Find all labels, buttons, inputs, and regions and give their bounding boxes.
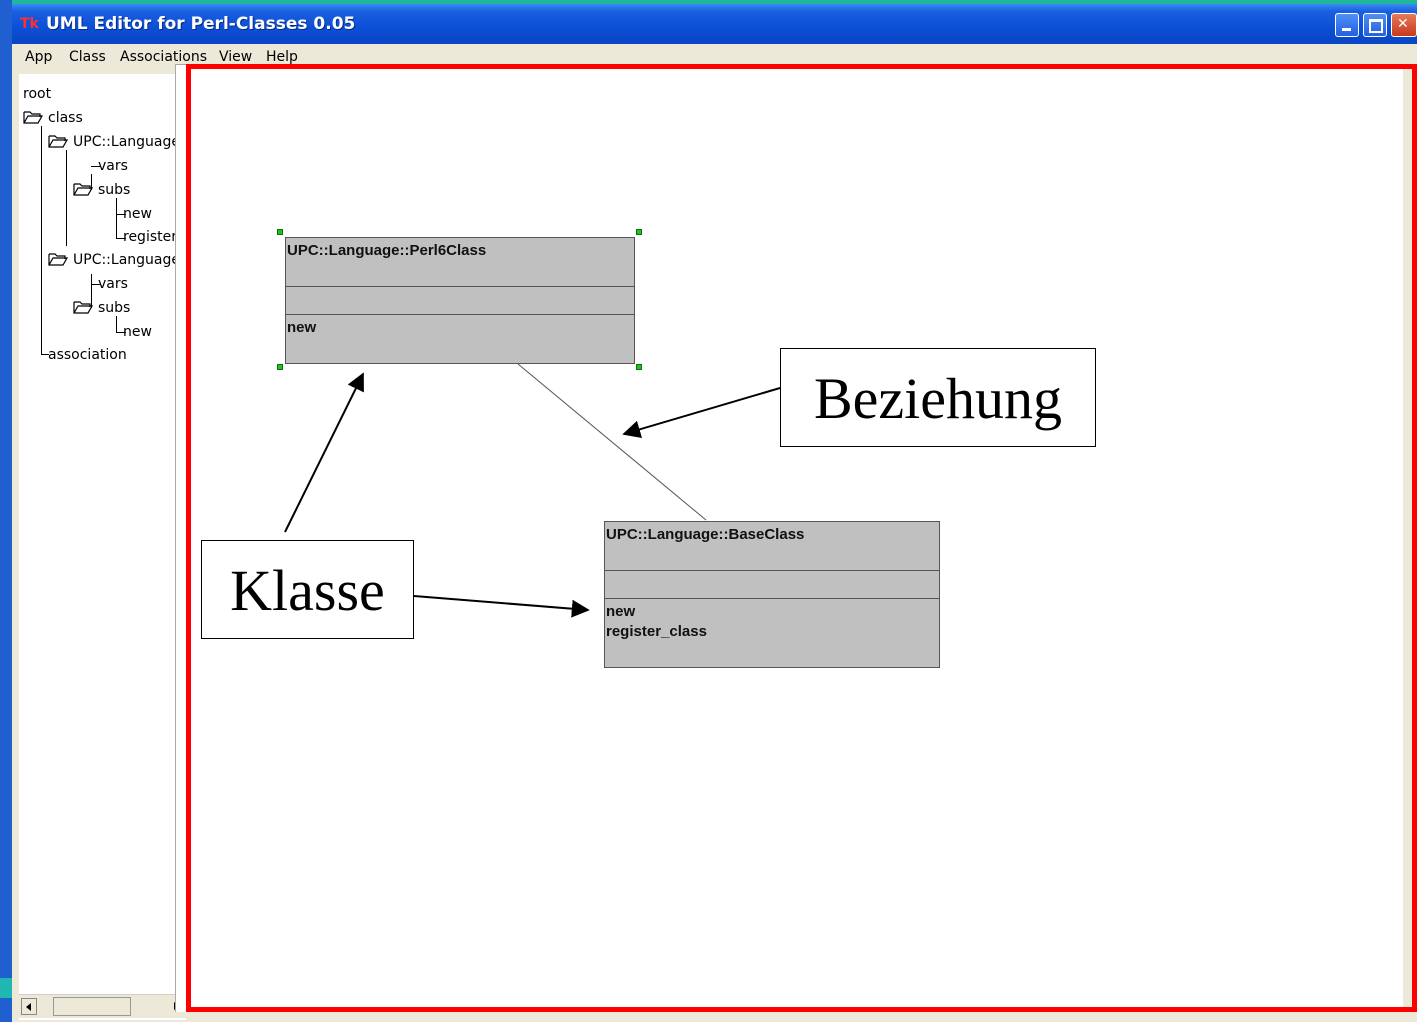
close-button[interactable]: [1391, 13, 1417, 37]
maximize-button[interactable]: [1363, 13, 1387, 37]
tree-node-root[interactable]: root: [23, 86, 51, 102]
class-method: register_class: [606, 623, 707, 640]
tree-node-subs-2[interactable]: subs: [98, 300, 130, 316]
tree-line: [116, 316, 117, 332]
class-tree[interactable]: root class UPC::Language: vars subs new …: [19, 74, 192, 1020]
tree-line: [116, 198, 117, 238]
tree-node-class-2[interactable]: UPC::Language:: [73, 252, 185, 268]
menu-app[interactable]: App: [25, 49, 52, 65]
class-divider: [605, 570, 939, 571]
selection-handle[interactable]: [636, 229, 642, 235]
tree-node-class[interactable]: class: [48, 110, 83, 126]
callout-klasse: Klasse: [201, 540, 414, 639]
class-divider: [286, 286, 634, 287]
class-divider: [286, 314, 634, 315]
callout-beziehung: Beziehung: [780, 348, 1096, 447]
tree-node-vars-1[interactable]: vars: [98, 158, 128, 174]
tree-line: [41, 126, 42, 354]
selection-handle[interactable]: [277, 229, 283, 235]
tree-horizontal-scrollbar[interactable]: [19, 994, 186, 1018]
tree-line: [66, 150, 67, 246]
menu-view[interactable]: View: [219, 49, 252, 65]
menu-help[interactable]: Help: [266, 49, 298, 65]
scroll-thumb[interactable]: [53, 997, 131, 1016]
selection-handle[interactable]: [277, 364, 283, 370]
tree-node-new-1[interactable]: new: [123, 206, 152, 222]
folder-open-icon: [23, 111, 43, 124]
menu-associations[interactable]: Associations: [120, 49, 207, 65]
selection-handle[interactable]: [636, 364, 642, 370]
scroll-left-arrow-icon[interactable]: [21, 998, 37, 1015]
tree-node-subs-1[interactable]: subs: [98, 182, 130, 198]
class-method: new: [287, 319, 317, 336]
folder-open-icon: [48, 253, 68, 266]
uml-class-perl6class[interactable]: UPC::Language::Perl6Class new: [285, 237, 635, 364]
class-divider: [605, 598, 939, 599]
slide-left-strip: [0, 0, 12, 1022]
folder-open-icon: [73, 301, 93, 314]
minimize-button[interactable]: [1335, 13, 1359, 37]
class-method: new: [606, 603, 636, 620]
tree-node-class-1[interactable]: UPC::Language:: [73, 134, 185, 150]
folder-open-icon: [73, 183, 93, 196]
class-name: UPC::Language::Perl6Class: [287, 242, 487, 259]
class-name: UPC::Language::BaseClass: [606, 526, 805, 543]
app-icon: Tk: [20, 16, 39, 32]
window-title: UML Editor for Perl-Classes 0.05: [46, 14, 356, 34]
folder-open-icon: [48, 135, 68, 148]
tree-node-association[interactable]: association: [48, 347, 127, 363]
title-bar[interactable]: Tk UML Editor for Perl-Classes 0.05: [12, 4, 1417, 44]
uml-class-baseclass[interactable]: UPC::Language::BaseClass new register_cl…: [604, 521, 940, 668]
tree-node-vars-2[interactable]: vars: [98, 276, 128, 292]
tree-node-new-2[interactable]: new: [123, 324, 152, 340]
menu-class[interactable]: Class: [69, 49, 106, 65]
slide-left-accent: [0, 978, 12, 998]
